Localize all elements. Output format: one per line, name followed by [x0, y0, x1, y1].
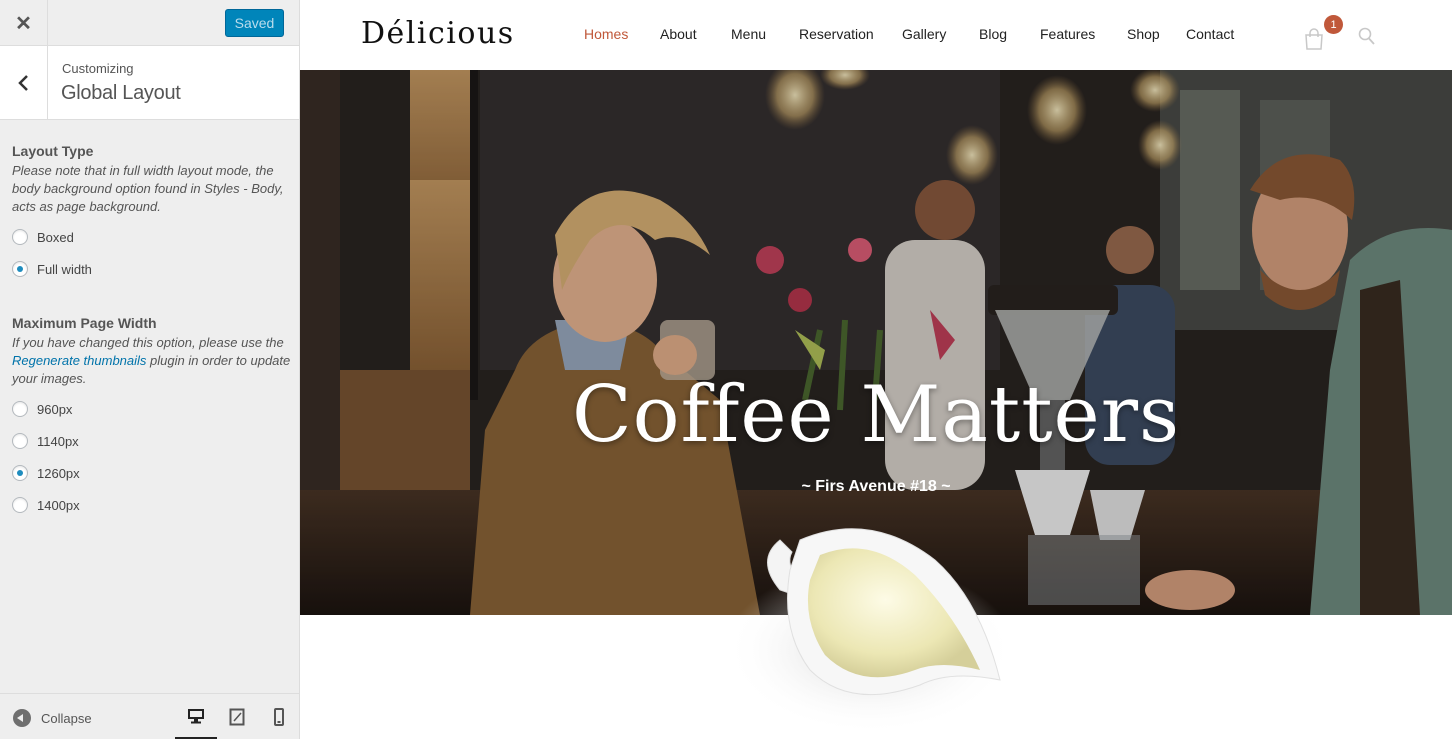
max-width-option-label: 1140px [37, 433, 79, 449]
layout-type-title: Layout Type [12, 143, 94, 159]
nav-item-shop[interactable]: Shop [1127, 26, 1160, 42]
customizer-header: ✕ Saved [0, 0, 299, 46]
layout-type-option-label: Boxed [37, 229, 74, 245]
max-width-title: Maximum Page Width [12, 315, 157, 331]
max-width-option-label: 1400px [37, 497, 80, 513]
max-width-option[interactable]: 1140px [12, 433, 79, 449]
max-width-option[interactable]: 1400px [12, 497, 80, 513]
collapse-label: Collapse [41, 710, 92, 726]
layout-type-option[interactable]: Boxed [12, 229, 74, 245]
nav-item-blog[interactable]: Blog [979, 26, 1007, 42]
nav-item-contact[interactable]: Contact [1186, 26, 1234, 42]
radio-button[interactable] [12, 497, 28, 513]
chevron-left-icon [17, 74, 28, 91]
hero-subtitle: ~ Firs Avenue #18 ~ [801, 478, 951, 495]
nav-item-reservation[interactable]: Reservation [799, 26, 874, 42]
preview-tablet-button[interactable] [216, 694, 258, 739]
collapse-icon [13, 709, 31, 727]
close-customizer-button[interactable]: ✕ [0, 0, 48, 46]
search-icon[interactable] [1358, 27, 1376, 47]
close-icon: ✕ [15, 12, 32, 35]
nav-item-gallery[interactable]: Gallery [902, 26, 946, 42]
site-logo[interactable]: Délicious [361, 16, 515, 51]
radio-button[interactable] [12, 401, 28, 417]
nav-item-about[interactable]: About [660, 26, 697, 42]
desc-text: If you have changed this option, please … [12, 335, 284, 350]
milk-jug-image [725, 528, 1015, 735]
radio-button[interactable] [12, 229, 28, 245]
section-title: Global Layout [61, 82, 181, 104]
section-breadcrumb: Customizing [62, 61, 134, 76]
nav-item-menu[interactable]: Menu [731, 26, 766, 42]
radio-button[interactable] [12, 433, 28, 449]
site-header: Délicious Homes About Menu Reservation Galle… [300, 0, 1452, 70]
nav-item-homes[interactable]: Homes [584, 26, 628, 42]
max-width-option[interactable]: 960px [12, 401, 72, 417]
nav-item-features[interactable]: Features [1040, 26, 1095, 42]
max-width-option-label: 960px [37, 401, 73, 417]
customizer-footer: Collapse [0, 693, 299, 739]
saved-button[interactable]: Saved [225, 9, 284, 37]
back-button[interactable] [0, 46, 48, 119]
radio-button[interactable] [12, 261, 28, 277]
preview-mobile-button[interactable] [258, 694, 300, 739]
site-preview: Délicious Homes About Menu Reservation Galle… [300, 0, 1452, 739]
preview-desktop-button[interactable] [175, 694, 217, 739]
section-header: Customizing Global Layout [0, 46, 299, 120]
collapse-button[interactable]: Collapse [13, 709, 92, 727]
cart-count-badge: 1 [1324, 15, 1343, 34]
max-width-description: If you have changed this option, please … [12, 334, 292, 388]
mobile-icon [274, 708, 284, 726]
layout-type-description: Please note that in full width layout mo… [12, 163, 284, 214]
customizer-sidebar: ✕ Saved Customizing Global Layout Layout… [0, 0, 300, 739]
layout-type-option[interactable]: Full width [12, 261, 92, 277]
layout-type-option-label: Full width [37, 261, 92, 277]
desktop-icon [188, 708, 204, 723]
max-width-option[interactable]: 1260px [12, 465, 80, 481]
max-width-option-label: 1260px [37, 465, 80, 481]
hero-title: Coffee Matters [571, 370, 1181, 460]
radio-button[interactable] [12, 465, 28, 481]
shopping-bag-icon[interactable] [1303, 27, 1325, 51]
regenerate-thumbnails-link[interactable]: Regenerate thumbnails [12, 353, 146, 368]
tablet-icon [229, 708, 245, 726]
